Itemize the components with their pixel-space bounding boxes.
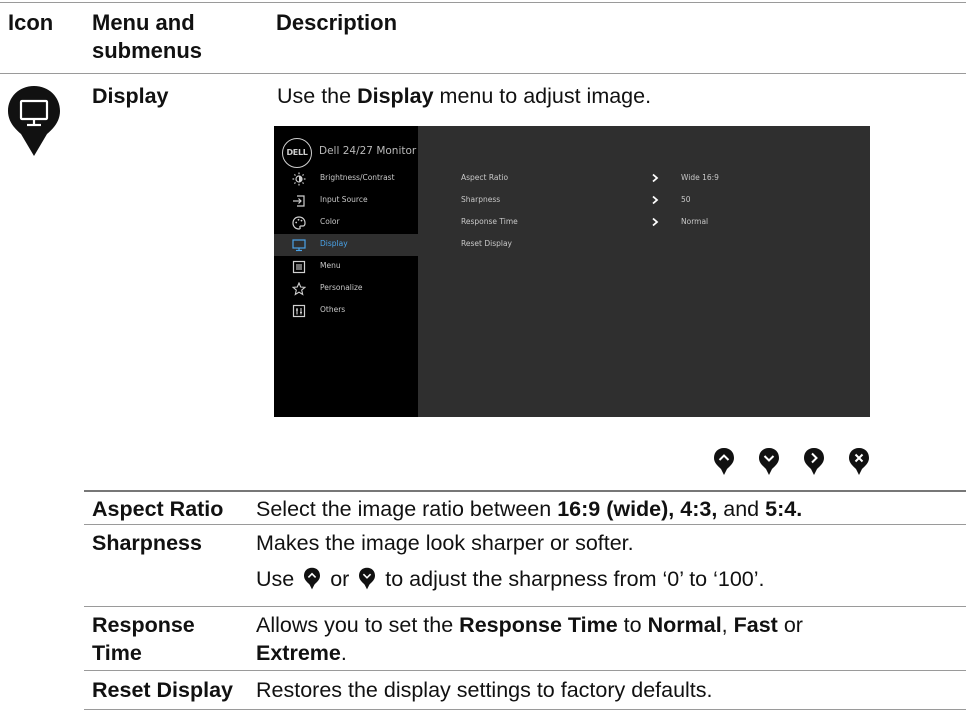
display-icon (292, 239, 306, 252)
header-icon: Icon (8, 10, 54, 35)
desc-bold: Extreme (256, 641, 341, 665)
row-desc-aspect-ratio: Select the image ratio between 16:9 (wid… (256, 496, 802, 522)
monitor-pin-icon (8, 86, 60, 156)
desc-text: to (617, 613, 648, 637)
desc-bold: Display (357, 84, 434, 108)
dell-logo: DELL (282, 138, 312, 168)
row-desc-response-time-line1: Allows you to set the Response Time to N… (256, 612, 803, 638)
desc-text: and (717, 497, 766, 521)
osd-main-menu: DELL Dell 24/27 Monitor Brightness/Contr… (274, 126, 418, 417)
header-description: Description (276, 10, 398, 35)
chevron-right-icon (652, 195, 659, 205)
row-desc-response-time-line2: Extreme. (256, 640, 347, 666)
osd-menu-label: Others (320, 305, 346, 314)
section-description: Use the Display menu to adjust image. (277, 83, 651, 109)
osd-setting-value: 50 (681, 195, 691, 204)
color-icon (292, 216, 306, 230)
osd-setting-name: Aspect Ratio (461, 173, 509, 182)
section-name-display: Display (92, 84, 169, 108)
row-name-sharpness: Sharpness (92, 531, 202, 555)
chevron-right-icon (652, 173, 659, 183)
osd-menu-label: Brightness/Contrast (320, 173, 395, 182)
brightness-icon (292, 172, 306, 186)
osd-menu-color[interactable]: Color (274, 212, 418, 234)
desc-text: Use the (277, 84, 358, 108)
osd-menu-label: Menu (320, 261, 341, 270)
osd-setting-name: Reset Display (461, 239, 512, 248)
menu-icon (292, 260, 306, 274)
desc-text: or (324, 567, 356, 591)
row-desc-reset-display: Restores the display settings to factory… (256, 678, 713, 702)
osd-row-reset-display[interactable]: Reset Display (418, 234, 870, 256)
row-name-response-time-line1: Response (92, 613, 195, 637)
exit-button-icon[interactable] (848, 447, 870, 477)
desc-bold: 16:9 (wide), 4:3, (557, 497, 718, 521)
osd-menu-menu[interactable]: Menu (274, 256, 418, 278)
desc-bold: Normal (647, 613, 722, 637)
osd-menu-label: Personalize (320, 283, 363, 292)
desc-text: Allows you to set the (256, 613, 460, 637)
desc-text: or (777, 613, 803, 637)
up-button-icon[interactable] (713, 447, 735, 477)
osd-menu-display[interactable]: Display (274, 234, 418, 256)
desc-text: to adjust the sharpness from ‘0’ to ‘100… (379, 567, 765, 591)
osd-submenu-panel: Aspect Ratio Wide 16:9 Sharpness 50 Resp… (418, 126, 870, 417)
osd-setting-value: Normal (681, 217, 709, 226)
osd-row-response-time[interactable]: Response Time Normal (418, 212, 870, 234)
osd-menu-personalize[interactable]: Personalize (274, 278, 418, 300)
right-button-icon[interactable] (803, 447, 825, 477)
row-name-aspect-ratio: Aspect Ratio (92, 497, 224, 521)
osd-setting-name: Sharpness (461, 195, 501, 204)
row-desc-sharpness-line1: Makes the image look sharper or softer. (256, 531, 634, 555)
row-rule (84, 606, 966, 607)
header-menu-line2: submenus (92, 38, 203, 63)
desc-text: Select the image ratio between (256, 497, 558, 521)
row-rule (84, 524, 966, 525)
osd-setting-name: Response Time (461, 217, 518, 226)
input-source-icon (293, 195, 305, 207)
header-menu-line1: Menu and (92, 10, 195, 35)
others-icon (292, 304, 306, 318)
osd-menu-brightness[interactable]: Brightness/Contrast (274, 168, 418, 190)
down-button-icon (359, 567, 376, 590)
osd-title: Dell 24/27 Monitor (319, 145, 417, 157)
down-button-icon[interactable] (758, 447, 780, 477)
desc-text: , (721, 613, 734, 637)
row-name-reset-display: Reset Display (92, 678, 234, 702)
osd-menu-label: Display (320, 239, 348, 248)
osd-menu-label: Input Source (320, 195, 368, 204)
osd-menu-input-source[interactable]: Input Source (274, 190, 418, 212)
desc-text: . (340, 641, 347, 665)
osd-setting-value: Wide 16:9 (681, 173, 719, 182)
osd-row-aspect-ratio[interactable]: Aspect Ratio Wide 16:9 (418, 168, 870, 190)
top-rule (0, 2, 966, 3)
header-rule (0, 73, 966, 74)
desc-bold: 5:4. (765, 497, 803, 521)
osd-menu-label: Color (320, 217, 340, 226)
chevron-right-icon (652, 217, 659, 227)
row-desc-sharpness-line2: Use or to adjust the sharpness from ‘0’ … (256, 566, 765, 592)
up-button-icon (304, 567, 321, 590)
desc-text: Use (256, 567, 301, 591)
desc-bold: Fast (733, 613, 778, 637)
osd-screen: DELL Dell 24/27 Monitor Brightness/Contr… (274, 126, 870, 417)
osd-menu-others[interactable]: Others (274, 300, 418, 322)
row-rule (84, 670, 966, 671)
desc-bold: Response Time (459, 613, 618, 637)
desc-text-end: menu to adjust image. (433, 84, 652, 108)
bottom-rule (84, 709, 966, 710)
star-icon (292, 282, 306, 296)
row-rule (84, 490, 966, 492)
osd-row-sharpness[interactable]: Sharpness 50 (418, 190, 870, 212)
row-name-response-time-line2: Time (92, 641, 142, 665)
